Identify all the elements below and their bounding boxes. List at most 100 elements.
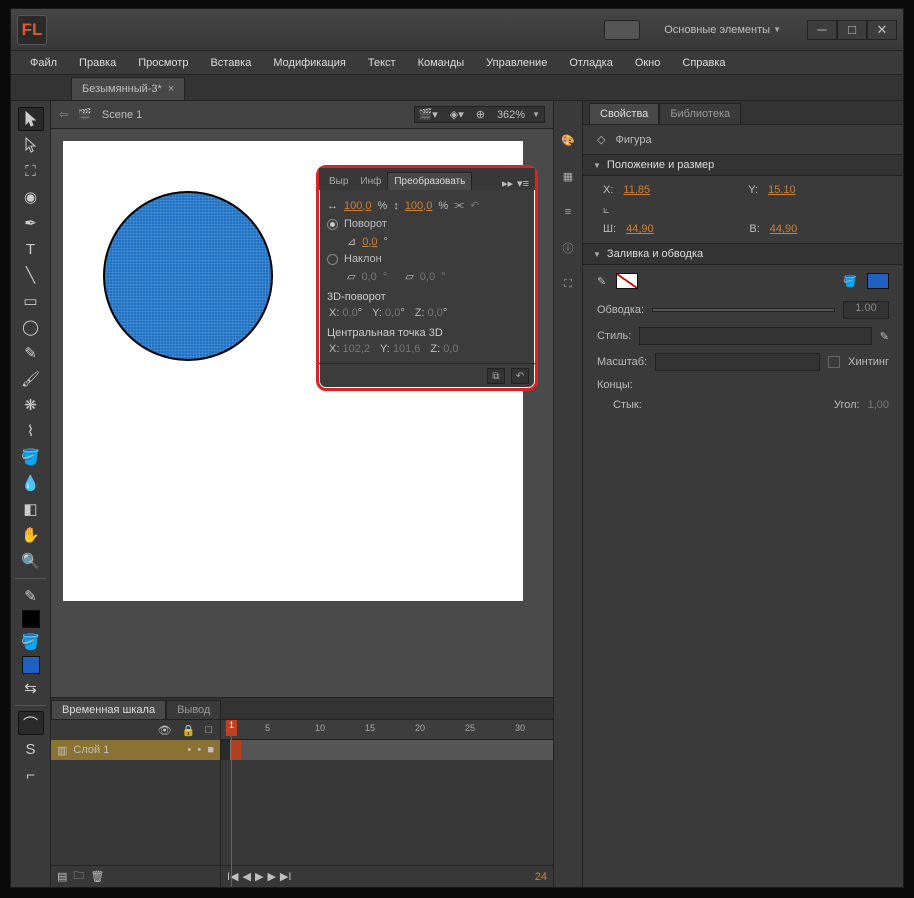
edit-style-icon[interactable]: ✎	[880, 330, 889, 343]
section-fill[interactable]: Заливка и обводка	[583, 243, 903, 265]
c3d-x[interactable]: 102,2	[342, 343, 370, 355]
transform-dock-icon[interactable]: ⛶	[559, 275, 577, 293]
rot3d-x[interactable]: 0,0	[342, 307, 357, 319]
next-frame-icon[interactable]: ▶	[267, 870, 275, 883]
w-value[interactable]: 44,90	[626, 223, 739, 235]
delete-layer-icon[interactable]: 🗑	[90, 870, 104, 883]
rectangle-tool[interactable]: ▭	[18, 289, 44, 313]
y-value[interactable]: 15,10	[768, 184, 883, 196]
selection-tool[interactable]	[18, 107, 44, 131]
hand-tool[interactable]: ✋	[18, 523, 44, 547]
align-tab[interactable]: Выр	[323, 173, 354, 190]
view-toggle[interactable]	[604, 20, 640, 40]
menu-control[interactable]: Управление	[475, 54, 558, 72]
menu-file[interactable]: Файл	[19, 54, 68, 72]
current-frame[interactable]	[231, 740, 241, 760]
swatches-dock-icon[interactable]: ▦	[559, 167, 577, 185]
lasso-tool[interactable]: ◉	[18, 185, 44, 209]
h-value[interactable]: 44,90	[770, 223, 883, 235]
menu-text[interactable]: Текст	[357, 54, 407, 72]
rot3d-y[interactable]: 0,0	[385, 307, 400, 319]
transform-tab[interactable]: Преобразовать	[387, 172, 472, 190]
zoom-value[interactable]: 362%	[497, 109, 525, 121]
workspace-selector[interactable]: Основные элементы▼	[654, 19, 797, 41]
menu-modify[interactable]: Модификация	[262, 54, 357, 72]
back-icon[interactable]: ⇦	[59, 108, 68, 121]
panel-menu-icon[interactable]: ▾≡	[517, 177, 529, 190]
close-button[interactable]: ✕	[867, 20, 897, 40]
hinting-check[interactable]	[828, 356, 840, 368]
c3d-y[interactable]: 101,6	[393, 343, 421, 355]
layer-row[interactable]: ▥Слой 1• • ■	[51, 740, 220, 760]
last-frame-icon[interactable]: ▶I	[280, 870, 292, 883]
keyframe[interactable]	[221, 740, 231, 760]
timeline-tab[interactable]: Временная шкала	[51, 700, 166, 719]
outline-icon[interactable]: □	[205, 724, 212, 736]
style-select[interactable]	[639, 327, 871, 345]
scale-y[interactable]: 100,0	[405, 200, 433, 212]
stroke-swatch[interactable]	[22, 610, 40, 628]
fill-swatch-prop[interactable]	[867, 273, 889, 289]
subselect-tool[interactable]	[18, 133, 44, 157]
frame-ruler[interactable]: 1 5 10 15 20 25 30	[221, 720, 553, 740]
scale-select[interactable]	[655, 353, 820, 371]
fill-color[interactable]: 🪣	[18, 630, 44, 654]
eyedropper-tool[interactable]: 💧	[18, 471, 44, 495]
menu-insert[interactable]: Вставка	[199, 54, 262, 72]
angle-value[interactable]: 1,00	[868, 399, 889, 411]
playhead[interactable]: 1	[231, 720, 232, 887]
align-dock-icon[interactable]: ≡	[559, 203, 577, 221]
eraser-tool[interactable]: ◧	[18, 497, 44, 521]
skew-radio[interactable]	[327, 254, 338, 265]
center-stage-icon[interactable]: ⊕	[476, 108, 485, 121]
straighten-tool[interactable]: ⌐	[18, 763, 44, 787]
stroke-width[interactable]: 1.00	[843, 301, 889, 319]
skew-x[interactable]: 0,0	[361, 271, 376, 283]
duplicate-transform-icon[interactable]: ⧉	[487, 368, 505, 384]
properties-tab[interactable]: Свойства	[589, 103, 659, 124]
snap-tool[interactable]: ⌒	[18, 711, 44, 735]
fill-swatch[interactable]	[22, 656, 40, 674]
frame-track[interactable]	[221, 740, 553, 760]
minimize-button[interactable]: ─	[807, 20, 837, 40]
bucket-tool[interactable]: 🪣	[18, 445, 44, 469]
info-dock-icon[interactable]: ⓘ	[559, 239, 577, 257]
menu-commands[interactable]: Команды	[407, 54, 476, 72]
menu-debug[interactable]: Отладка	[558, 54, 623, 72]
maximize-button[interactable]: □	[837, 20, 867, 40]
tab-close-icon[interactable]: ×	[168, 83, 174, 95]
menu-view[interactable]: Просмотр	[127, 54, 199, 72]
reset-transform-icon[interactable]: ↶	[511, 368, 529, 384]
oval-tool[interactable]: ◯	[18, 315, 44, 339]
lock-aspect-icon[interactable]: ⟀	[603, 204, 616, 217]
document-tab[interactable]: Безымянный-3*×	[71, 77, 185, 100]
shape-circle[interactable]	[103, 191, 273, 361]
collapse-icon[interactable]: ▸▸	[502, 177, 513, 190]
scale-x[interactable]: 100,0	[344, 200, 372, 212]
section-position[interactable]: Положение и размер	[583, 154, 903, 176]
stroke-swatch-prop[interactable]	[616, 273, 638, 289]
lock-icon[interactable]: 🔒	[182, 724, 196, 737]
skew-y[interactable]: 0,0	[420, 271, 435, 283]
new-folder-icon[interactable]: 🗀	[73, 867, 84, 886]
info-tab[interactable]: Инф	[354, 173, 387, 190]
pencil-tool[interactable]: ✎	[18, 341, 44, 365]
smooth-tool[interactable]: S	[18, 737, 44, 761]
rot3d-z[interactable]: 0,0	[428, 307, 443, 319]
frames-area[interactable]: 1 5 10 15 20 25 30 1 I◀ ◀ ▶ ▶ ▶I 24	[221, 720, 553, 887]
constrain-icon[interactable]: ⫘	[454, 199, 464, 212]
zoom-tool[interactable]: 🔍	[18, 549, 44, 573]
c3d-z[interactable]: 0,0	[443, 343, 458, 355]
bone-tool[interactable]: ⌇	[18, 419, 44, 443]
line-tool[interactable]: ╲	[18, 263, 44, 287]
edit-symbol-icon[interactable]: ◈▾	[450, 108, 464, 121]
stroke-color[interactable]: ✎	[18, 584, 44, 608]
menu-help[interactable]: Справка	[671, 54, 736, 72]
prev-frame-icon[interactable]: ◀	[243, 870, 251, 883]
library-tab[interactable]: Библиотека	[659, 103, 741, 124]
rotate-value[interactable]: 0,0	[362, 236, 377, 248]
first-frame-icon[interactable]: I◀	[227, 870, 239, 883]
swap-colors-icon[interactable]: ⇆	[18, 676, 44, 700]
new-layer-icon[interactable]: ▤	[57, 870, 67, 883]
play-icon[interactable]: ▶	[255, 870, 263, 883]
